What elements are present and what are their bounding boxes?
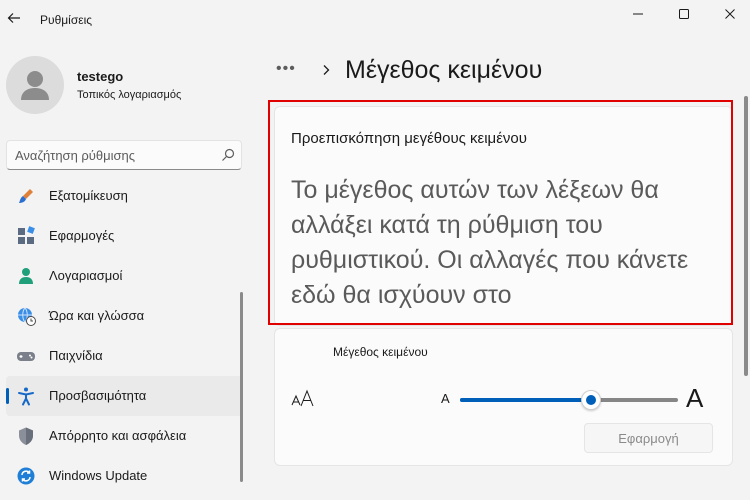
paintbrush-icon bbox=[19, 189, 33, 203]
apps-icon bbox=[18, 226, 35, 244]
person-icon bbox=[19, 268, 33, 284]
text-size-icon bbox=[291, 389, 314, 407]
content-scrollbar[interactable] bbox=[744, 96, 748, 376]
small-text-glyph: A bbox=[441, 391, 450, 406]
active-indicator bbox=[6, 388, 9, 404]
accessibility-icon bbox=[18, 387, 34, 406]
user-name: testego bbox=[77, 69, 124, 84]
preview-title: Προεπισκόπηση μεγέθους κειμένου bbox=[291, 130, 527, 147]
sidebar-item-privacy-security[interactable]: Απόρρητο και ασφάλεια bbox=[6, 416, 242, 456]
sidebar-item-time-language[interactable]: Ώρα και γλώσσα bbox=[6, 296, 242, 336]
sidebar-item-label: Απόρρητο και ασφάλεια bbox=[49, 428, 187, 443]
app-title: Ρυθμίσεις bbox=[40, 13, 93, 27]
preview-text: Το μέγεθος αυτών των λέξεων θα αλλάξει κ… bbox=[291, 176, 689, 309]
update-icon bbox=[17, 467, 35, 485]
slider-thumb[interactable] bbox=[581, 390, 601, 410]
sidebar-item-label: Παιχνίδια bbox=[49, 348, 103, 363]
avatar bbox=[6, 56, 64, 114]
minimize-icon bbox=[633, 13, 643, 15]
text-size-card: Μέγεθος κειμένου A A Εφαρμογή bbox=[274, 328, 733, 466]
sidebar-item-windows-update[interactable]: Windows Update bbox=[6, 456, 242, 496]
maximize-button[interactable] bbox=[662, 4, 706, 24]
close-button[interactable] bbox=[708, 4, 750, 24]
minimize-button[interactable] bbox=[616, 4, 660, 24]
slider-fill bbox=[460, 398, 591, 402]
sidebar-item-label: Εξατομίκευση bbox=[49, 188, 128, 203]
text-size-preview-card: Προεπισκόπηση μεγέθους κειμένου Το μέγεθ… bbox=[274, 106, 733, 326]
large-text-glyph: A bbox=[686, 383, 704, 413]
sidebar-item-accessibility[interactable]: Προσβασιμότητα bbox=[6, 376, 242, 416]
apply-button[interactable]: Εφαρμογή bbox=[584, 423, 713, 453]
close-icon bbox=[725, 9, 735, 19]
sidebar-item-accounts[interactable]: Λογαριασμοί bbox=[6, 256, 242, 296]
text-size-slider[interactable] bbox=[460, 390, 678, 410]
sidebar-item-gaming[interactable]: Παιχνίδια bbox=[6, 336, 242, 376]
back-button[interactable] bbox=[4, 8, 24, 28]
maximize-icon bbox=[679, 9, 689, 19]
search-input[interactable]: Αναζήτηση ρύθμισης bbox=[6, 140, 242, 170]
user-profile[interactable]: testego Τοπικός λογαριασμός bbox=[6, 56, 236, 116]
back-arrow-icon bbox=[7, 13, 20, 23]
title-bar: Ρυθμίσεις bbox=[0, 0, 750, 40]
sidebar-item-label: Λογαριασμοί bbox=[49, 268, 123, 283]
breadcrumb-more-button[interactable]: ••• bbox=[276, 60, 296, 78]
sidebar-item-label: Windows Update bbox=[49, 468, 148, 483]
gamepad-icon bbox=[17, 352, 35, 361]
sidebar-item-personalization[interactable]: Εξατομίκευση bbox=[6, 176, 242, 216]
globe-clock-icon bbox=[18, 307, 36, 326]
sidebar-nav: Εξατομίκευση Εφαρμογές Λογαριασμοί Ώρα κ… bbox=[6, 176, 242, 496]
text-size-label: Μέγεθος κειμένου bbox=[333, 345, 428, 359]
account-type: Τοπικός λογαριασμός bbox=[77, 89, 182, 101]
sidebar-scrollbar[interactable] bbox=[240, 292, 243, 482]
shield-icon bbox=[19, 427, 33, 445]
sidebar-item-apps[interactable]: Εφαρμογές bbox=[6, 216, 242, 256]
user-avatar-icon bbox=[21, 71, 49, 100]
page-title: Μέγεθος κειμένου bbox=[345, 56, 543, 84]
search-icon bbox=[222, 148, 235, 161]
sidebar-item-label: Ώρα και γλώσσα bbox=[49, 308, 145, 323]
sidebar-item-label: Προσβασιμότητα bbox=[49, 388, 147, 403]
chevron-right-icon bbox=[323, 65, 330, 75]
sidebar-item-label: Εφαρμογές bbox=[49, 228, 115, 243]
search-placeholder: Αναζήτηση ρύθμισης bbox=[15, 148, 136, 163]
